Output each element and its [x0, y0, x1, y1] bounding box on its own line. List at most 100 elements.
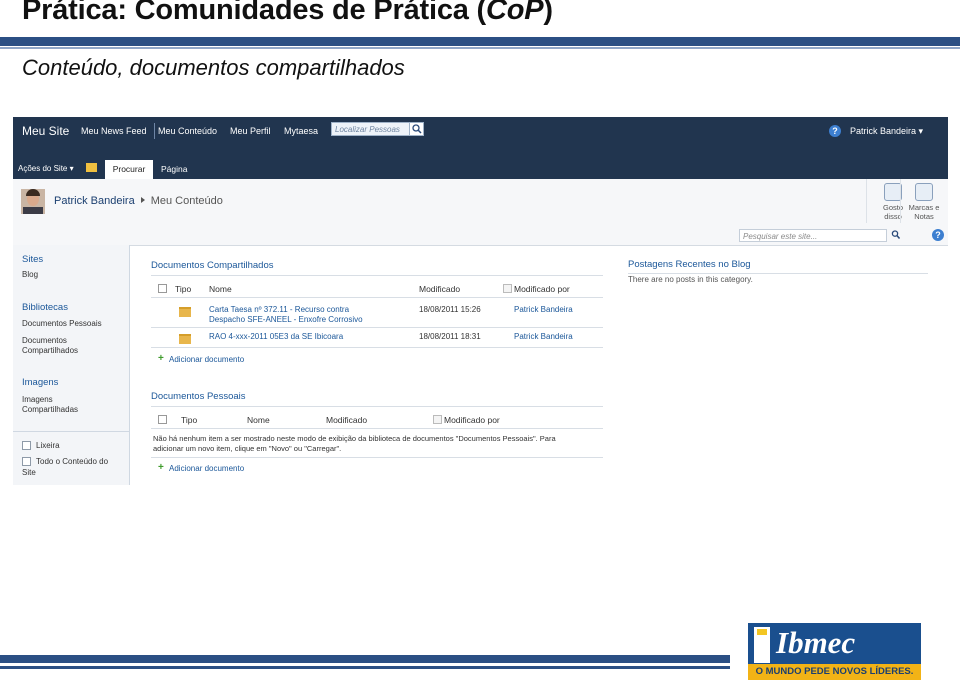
navigate-up-icon[interactable]	[86, 163, 97, 172]
slide-title: Prática: Comunidades de Prática (CoP)	[22, 0, 553, 27]
ribbon: Ações do Site ▾ Procurar Página	[13, 144, 948, 179]
nav-item-todo-conteudo-site[interactable]: Site	[22, 468, 36, 478]
doc-link-1[interactable]: Carta Taesa nº 372.11 - Recurso contra D…	[209, 305, 363, 325]
add-personal-document-link[interactable]: Adicionar documento	[169, 464, 244, 473]
logo-word: Ibmec	[776, 625, 856, 660]
nav-link-meu-conteudo[interactable]: Meu Conteúdo	[158, 126, 217, 136]
select-all-checkbox-personal[interactable]	[158, 415, 167, 424]
site-actions-menu[interactable]: Ações do Site ▾	[18, 164, 74, 173]
marcas-label-2: Notas	[914, 212, 934, 221]
nav-header-bibliotecas[interactable]: Bibliotecas	[22, 302, 68, 313]
action-separator	[866, 179, 867, 223]
title-bar	[0, 37, 960, 46]
nav-header-imagens[interactable]: Imagens	[22, 377, 58, 388]
nav-link-meu-perfil[interactable]: Meu Perfil	[230, 126, 271, 136]
column-tipo[interactable]: Tipo	[175, 284, 191, 294]
nav-item-documentos[interactable]: Documentos	[22, 336, 67, 346]
help-icon-secondary[interactable]: ?	[932, 229, 944, 241]
nav-item-todo-conteudo[interactable]: Todo o Conteúdo do	[36, 457, 108, 467]
doc-name-1b: Despacho SFE-ANEEL - Enxofre Corrosivo	[209, 315, 363, 324]
nav-item-blog[interactable]: Blog	[22, 270, 38, 280]
nav-link-news-feed[interactable]: Meu News Feed	[81, 126, 147, 136]
tab-procurar[interactable]: Procurar	[105, 160, 153, 179]
row-line	[151, 347, 603, 348]
logo-i-mark	[754, 627, 770, 663]
column-modificado-por-personal[interactable]: Modificado por	[444, 415, 500, 425]
slide-title-italic: CoP	[486, 0, 544, 26]
footer-bar	[0, 655, 730, 663]
breadcrumb-arrow-icon	[140, 197, 145, 203]
empty-library-message: Não há nenhum item a ser mostrado neste …	[153, 434, 603, 454]
ibmec-logo: Ibmec O MUNDO PEDE NOVOS LÍDERES.	[748, 623, 921, 680]
webpart-title-line	[628, 273, 928, 274]
doc-author-1[interactable]: Patrick Bandeira	[514, 305, 573, 314]
nav-item-compartilhadas[interactable]: Compartilhadas	[22, 405, 78, 415]
help-icon[interactable]: ?	[829, 125, 841, 137]
column-nome[interactable]: Nome	[209, 284, 232, 294]
recycle-bin-icon	[22, 441, 31, 450]
empty-line-1: Não há nenhum item a ser mostrado neste …	[153, 434, 556, 443]
avatar	[21, 189, 45, 214]
sharepoint-screenshot: Meu Site Meu News Feed Meu Conteúdo Meu …	[13, 117, 948, 510]
column-nome-personal[interactable]: Nome	[247, 415, 270, 425]
breadcrumb: Patrick Bandeira Meu Conteúdo	[54, 195, 223, 207]
column-modificado[interactable]: Modificado	[419, 284, 460, 294]
webpart-title-line	[151, 406, 603, 407]
marcas-notas-button[interactable]: Marcas e Notas	[899, 179, 948, 223]
footer-bar-thin	[0, 666, 730, 669]
tab-pagina[interactable]: Página	[161, 160, 187, 179]
nav-link-mytaesa[interactable]: Mytaesa	[284, 126, 318, 136]
breadcrumb-user-link[interactable]: Patrick Bandeira	[54, 195, 135, 207]
empty-line-2: adicionar um novo item, clique em "Novo"…	[153, 444, 342, 453]
nav-item-lixeira[interactable]: Lixeira	[36, 441, 60, 451]
slide-title-plain: Prática: Comunidades de Prática (	[22, 0, 486, 26]
all-content-icon	[22, 457, 31, 466]
column-modificado-personal[interactable]: Modificado	[326, 415, 367, 425]
people-search-button[interactable]	[409, 122, 424, 136]
doc-author-2[interactable]: Patrick Bandeira	[514, 332, 573, 341]
add-icon: +	[158, 353, 164, 364]
select-all-checkbox[interactable]	[158, 284, 167, 293]
slide-subtitle: Conteúdo, documentos compartilhados	[22, 55, 405, 80]
folder-icon	[179, 334, 191, 344]
site-title-link[interactable]: Meu Site	[22, 124, 69, 138]
site-search-icon[interactable]	[891, 230, 900, 239]
logo-tagline: O MUNDO PEDE NOVOS LÍDERES.	[748, 664, 921, 680]
folder-icon	[179, 307, 191, 317]
nav-header-sites[interactable]: Sites	[22, 254, 43, 265]
add-shared-document-link[interactable]: Adicionar documento	[169, 355, 244, 364]
doc-modified-1: 18/08/2011 15:26	[419, 305, 481, 314]
site-search-input[interactable]: Pesquisar este site...	[739, 229, 887, 242]
doc-modified-2: 18/08/2011 18:31	[419, 332, 481, 341]
nav-separator	[154, 123, 155, 139]
nav-item-imagens[interactable]: Imagens	[22, 395, 53, 405]
column-check-icon	[503, 284, 512, 293]
tag-icon	[915, 183, 933, 201]
add-icon: +	[158, 462, 164, 473]
column-tipo-personal[interactable]: Tipo	[181, 415, 197, 425]
top-nav: Meu Site Meu News Feed Meu Conteúdo Meu …	[13, 117, 948, 144]
left-navigation: Sites Blog Bibliotecas Documentos Pessoa…	[13, 245, 130, 485]
blog-empty-message: There are no posts in this category.	[628, 275, 753, 284]
blog-posts-title[interactable]: Postagens Recentes no Blog	[628, 259, 751, 270]
header-row-line	[151, 428, 603, 429]
nav-item-compartilhados[interactable]: Compartilhados	[22, 346, 78, 356]
column-modificado-por[interactable]: Modificado por	[514, 284, 570, 294]
breadcrumb-current: Meu Conteúdo	[150, 195, 223, 207]
row-line	[151, 327, 603, 328]
shared-docs-title[interactable]: Documentos Compartilhados	[151, 260, 274, 271]
doc-name-1a: Carta Taesa nº 372.11 - Recurso contra	[209, 305, 350, 314]
nav-item-documentos-pessoais[interactable]: Documentos Pessoais	[22, 319, 102, 329]
user-menu[interactable]: Patrick Bandeira ▾	[850, 126, 923, 137]
marcas-label-1: Marcas e	[908, 203, 940, 212]
doc-link-2[interactable]: RAO 4-xxx-2011 05E3 da SE Ibicoara	[209, 332, 343, 342]
slide-title-close: )	[543, 0, 553, 26]
webpart-title-line	[151, 275, 603, 276]
title-bar-thin	[0, 47, 960, 49]
nav-separator	[13, 431, 129, 432]
personal-docs-title[interactable]: Documentos Pessoais	[151, 391, 246, 402]
header-row-line	[151, 297, 603, 298]
column-check-icon	[433, 415, 442, 424]
row-line	[151, 457, 603, 458]
search-icon	[412, 124, 422, 134]
